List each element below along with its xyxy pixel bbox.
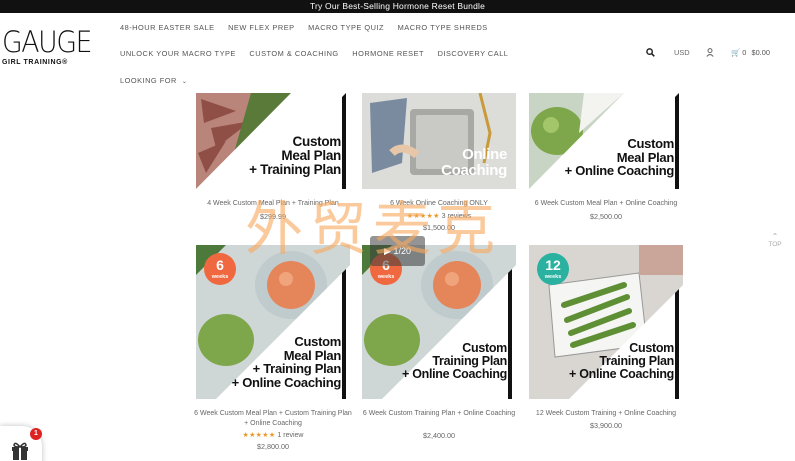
product-image-title: Custom Meal Plan + Training Plan (249, 134, 341, 178)
review-count: 3 reviews (441, 213, 472, 220)
duration-badge: 6weeks (204, 253, 236, 285)
announcement-bar[interactable]: Try Our Best-Selling Hormone Reset Bundl… (0, 0, 795, 13)
product-image[interactable]: Custom Meal Plan + Online Coaching (529, 93, 683, 189)
nav-hormone-reset[interactable]: HORMONE RESET (352, 49, 424, 58)
search-icon[interactable] (646, 48, 655, 59)
currency-selector[interactable]: USD (674, 48, 690, 57)
nav-unlock-macro-type[interactable]: UNLOCK YOUR MACRO TYPE (120, 49, 236, 58)
nav-macro-type-shreds[interactable]: MACRO TYPE SHREDS (398, 23, 488, 32)
watermark-badge: ▶ 1/20 (370, 236, 425, 266)
logo[interactable]: GAUGE GIRL TRAINING® (2, 25, 92, 67)
product-image[interactable]: 6 weeks Custom Meal Plan + Training Plan + O… (196, 245, 350, 399)
star-rating-icon: ★★★★★ (406, 213, 440, 220)
product-name[interactable]: 6 Week Custom Meal Plan + Online Coachin… (526, 199, 686, 209)
star-rating-icon: ★★★★★ (242, 432, 276, 439)
product-image[interactable]: 12 weeks Custom Training Plan + Online Coac… (529, 245, 683, 399)
product-image-title: Custom Meal Plan + Online Coaching (564, 136, 675, 179)
product-rating[interactable]: ★★★★★ 1 review (196, 431, 350, 439)
product-name[interactable]: 4 Week Custom Meal Plan + Training Plan (193, 199, 353, 209)
product-image-title: Custom Training Plan + Online Coaching (402, 341, 507, 382)
main-nav-row-1: 48-HOUR EASTER SALE NEW FLEX PREP MACRO … (120, 23, 499, 32)
nav-new-flex-prep[interactable]: NEW FLEX PREP (228, 23, 294, 32)
duration-badge: 12 weeks (537, 253, 569, 285)
notification-count: 1 (30, 428, 42, 440)
chevron-up-icon: ⌃ (771, 232, 779, 241)
main-nav-row-2: UNLOCK YOUR MACRO TYPE CUSTOM & COACHING… (120, 49, 519, 58)
user-icon[interactable] (706, 48, 714, 59)
product-price: $2,500.00 (590, 212, 622, 221)
cart-icon: 🛒 (731, 48, 741, 57)
logo-tagline: GIRL TRAINING® (2, 59, 68, 66)
cart-count: 0 (742, 48, 747, 57)
review-count: 1 review (277, 432, 304, 439)
product-image[interactable]: 6weeks CustomTraining Plan+ Online Coach… (362, 245, 516, 399)
product-image-title: Online Coaching (441, 146, 507, 179)
product-image-title: Custom Meal Plan + Training Plan + Online C… (231, 334, 342, 390)
cart-total: $0.00 (751, 48, 770, 57)
product-rating[interactable]: ★★★★★ 3 reviews (362, 212, 516, 220)
nav-easter-sale[interactable]: 48-HOUR EASTER SALE (120, 23, 215, 32)
gift-icon (12, 442, 28, 460)
product-price: $3,900.00 (590, 421, 622, 430)
product-image[interactable]: Custom Meal Plan + Training Plan (196, 93, 350, 189)
product-price: $1,500.00 (423, 223, 455, 232)
nav-discovery-call[interactable]: DISCOVERY CALL (438, 49, 509, 58)
product-image-title: Custom Training Plan + Online Coaching (569, 341, 674, 382)
chevron-down-icon: ⌄ (181, 79, 188, 85)
product-price: $2,800.00 (257, 442, 289, 451)
product-price: $299.99 (260, 212, 286, 221)
product-name[interactable]: 6 Week Custom Meal Plan + Custom Trainin… (193, 409, 353, 428)
back-to-top-button[interactable]: ⌃ TOP (766, 232, 784, 249)
cart-button[interactable]: 🛒 0 $0.00 (731, 48, 770, 57)
logo-wordmark: GAUGE (2, 25, 92, 59)
product-name[interactable]: 6 Week Custom Training Plan + Online Coa… (359, 409, 519, 419)
nav-looking-for[interactable]: LOOKING FOR ⌄ (120, 76, 187, 85)
product-name[interactable]: 6 Week Online Coaching ONLY (359, 199, 519, 209)
nav-macro-type-quiz[interactable]: MACRO TYPE QUIZ (308, 23, 384, 32)
product-image[interactable]: Online Coaching (362, 93, 516, 189)
back-to-top-label: TOP (768, 241, 782, 248)
nav-looking-for-label: LOOKING FOR (120, 76, 177, 85)
product-price: $2,400.00 (423, 431, 455, 440)
nav-custom-coaching[interactable]: CUSTOM & COACHING (249, 49, 338, 58)
product-name[interactable]: 12 Week Custom Training + Online Coachin… (526, 409, 686, 419)
